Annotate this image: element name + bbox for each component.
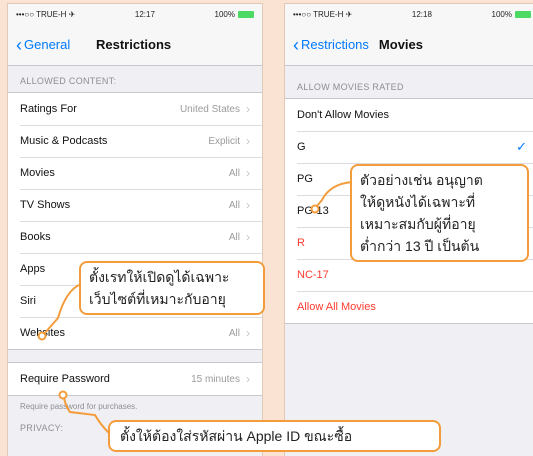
- callout-line: ตั้งเรทให้เปิดดูได้เฉพาะ: [89, 269, 230, 285]
- callout-line: ให้ดูหนังได้เฉพาะที่: [360, 194, 476, 210]
- callout-movies: ตัวอย่างเช่น อนุญาต ให้ดูหนังได้เฉพาะที่…: [350, 164, 529, 262]
- callout-line: ต่ำกว่า 13 ปี เป็นต้น: [360, 238, 480, 254]
- callout-line: ตัวอย่างเช่น อนุญาต: [360, 172, 483, 188]
- callout-password: ตั้งให้ต้องใส่รหัสผ่าน Apple ID ขณะซื้อ: [108, 420, 441, 452]
- leader-dot-password: [58, 390, 68, 400]
- callout-line: เว็บไซต์ที่เหมาะกับอายุ: [89, 291, 226, 307]
- callout-line: ตั้งให้ต้องใส่รหัสผ่าน Apple ID ขณะซื้อ: [120, 428, 353, 444]
- leader-dot-websites: [37, 331, 47, 341]
- leader-dot-movies: [310, 204, 320, 214]
- leader-password: [63, 397, 110, 434]
- leader-websites: [43, 283, 82, 335]
- callout-websites: ตั้งเรทให้เปิดดูได้เฉพาะ เว็บไซต์ที่เหมา…: [79, 261, 265, 315]
- callout-line: เหมาะสมกับผู้ที่อายุ: [360, 216, 476, 232]
- leader-movies: [316, 181, 353, 207]
